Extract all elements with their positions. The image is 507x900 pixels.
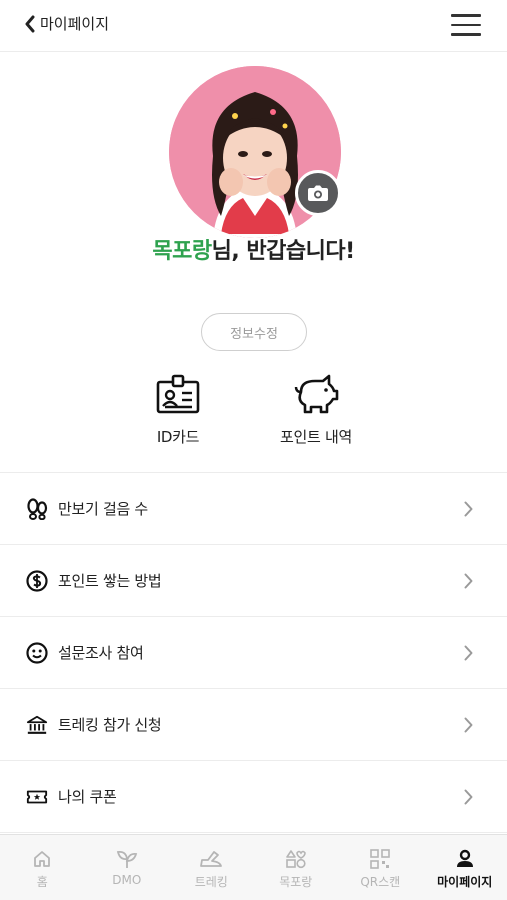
chevron-right-icon bbox=[464, 717, 473, 733]
tab-qr-scan[interactable]: QR스캔 bbox=[338, 835, 423, 900]
point-history-label: 포인트 내역 bbox=[280, 428, 352, 446]
menu-item-survey[interactable]: 설문조사 참여 bbox=[0, 617, 507, 689]
tab-label: QR스캔 bbox=[360, 875, 401, 889]
page-title: 마이페이지 bbox=[40, 15, 110, 33]
chevron-right-icon bbox=[464, 573, 473, 589]
tab-mokporang[interactable]: 목포랑 bbox=[254, 835, 339, 900]
menu-item-label: 설문조사 참여 bbox=[58, 644, 144, 662]
tab-label: 목포랑 bbox=[279, 875, 313, 889]
menu-item-label: 만보기 걸음 수 bbox=[58, 500, 148, 518]
menu-item-earn-points[interactable]: 포인트 쌓는 방법 bbox=[0, 545, 507, 617]
piggy-bank-icon bbox=[294, 374, 339, 414]
qr-icon bbox=[370, 849, 391, 869]
id-card-link[interactable]: ID카드 bbox=[113, 374, 243, 447]
id-card-icon bbox=[156, 374, 200, 414]
menu-item-trekking-apply[interactable]: 트레킹 참가 신청 bbox=[0, 689, 507, 761]
chevron-right-icon bbox=[464, 501, 473, 517]
change-photo-button[interactable] bbox=[295, 170, 341, 216]
menu-item-my-coupons[interactable]: 나의 쿠폰 bbox=[0, 761, 507, 833]
menu-list: 만보기 걸음 수 포인트 쌓는 방법 설문조사 참여 트레킹 참가 신청 나의 … bbox=[0, 472, 507, 833]
menu-line bbox=[451, 23, 481, 26]
home-icon bbox=[34, 851, 51, 867]
menu-item-label: 나의 쿠폰 bbox=[58, 788, 117, 806]
tab-mypage[interactable]: 마이페이지 bbox=[423, 835, 507, 900]
top-app-bar: 마이페이지 bbox=[0, 0, 507, 52]
bottom-tab-bar: 홈 DMO 트레킹 목포랑 QR스캔 마이페이지 bbox=[0, 834, 507, 900]
sprout-icon bbox=[116, 850, 137, 868]
tab-home[interactable]: 홈 bbox=[0, 835, 85, 900]
shoe-icon bbox=[200, 851, 223, 867]
point-history-link[interactable]: 포인트 내역 bbox=[251, 374, 381, 447]
person-icon bbox=[456, 849, 473, 867]
menu-item-label: 포인트 쌓는 방법 bbox=[58, 572, 162, 590]
smiley-icon bbox=[26, 641, 48, 664]
greeting-text: 목포랑님, 반갑습니다! bbox=[0, 233, 507, 265]
tab-dmo[interactable]: DMO bbox=[85, 835, 170, 900]
chevron-left-icon bbox=[25, 15, 35, 32]
shapes-icon bbox=[285, 850, 306, 869]
dollar-coin-icon bbox=[26, 569, 48, 592]
chevron-right-icon bbox=[464, 645, 473, 661]
tab-label: 트레킹 bbox=[194, 875, 228, 889]
greeting-suffix: 님, 반갑습니다! bbox=[211, 239, 356, 264]
footprints-icon bbox=[26, 497, 48, 520]
tab-label: 홈 bbox=[36, 875, 48, 889]
menu-item-label: 트레킹 참가 신청 bbox=[58, 716, 162, 734]
menu-item-pedometer[interactable]: 만보기 걸음 수 bbox=[0, 473, 507, 545]
institution-icon bbox=[26, 714, 48, 736]
edit-profile-button[interactable]: 정보수정 bbox=[201, 313, 307, 351]
menu-line bbox=[451, 33, 481, 36]
chevron-right-icon bbox=[464, 789, 473, 805]
hamburger-menu-button[interactable] bbox=[451, 14, 481, 38]
tab-label: 마이페이지 bbox=[437, 875, 493, 889]
back-button[interactable]: 마이페이지 bbox=[24, 13, 109, 34]
nickname: 목포랑 bbox=[152, 239, 212, 264]
tab-trekking[interactable]: 트레킹 bbox=[169, 835, 254, 900]
profile-avatar bbox=[169, 66, 341, 238]
camera-icon bbox=[308, 185, 328, 201]
id-card-label: ID카드 bbox=[156, 428, 200, 446]
ticket-icon bbox=[26, 786, 48, 808]
tab-label: DMO bbox=[112, 873, 142, 887]
menu-line bbox=[451, 14, 481, 17]
